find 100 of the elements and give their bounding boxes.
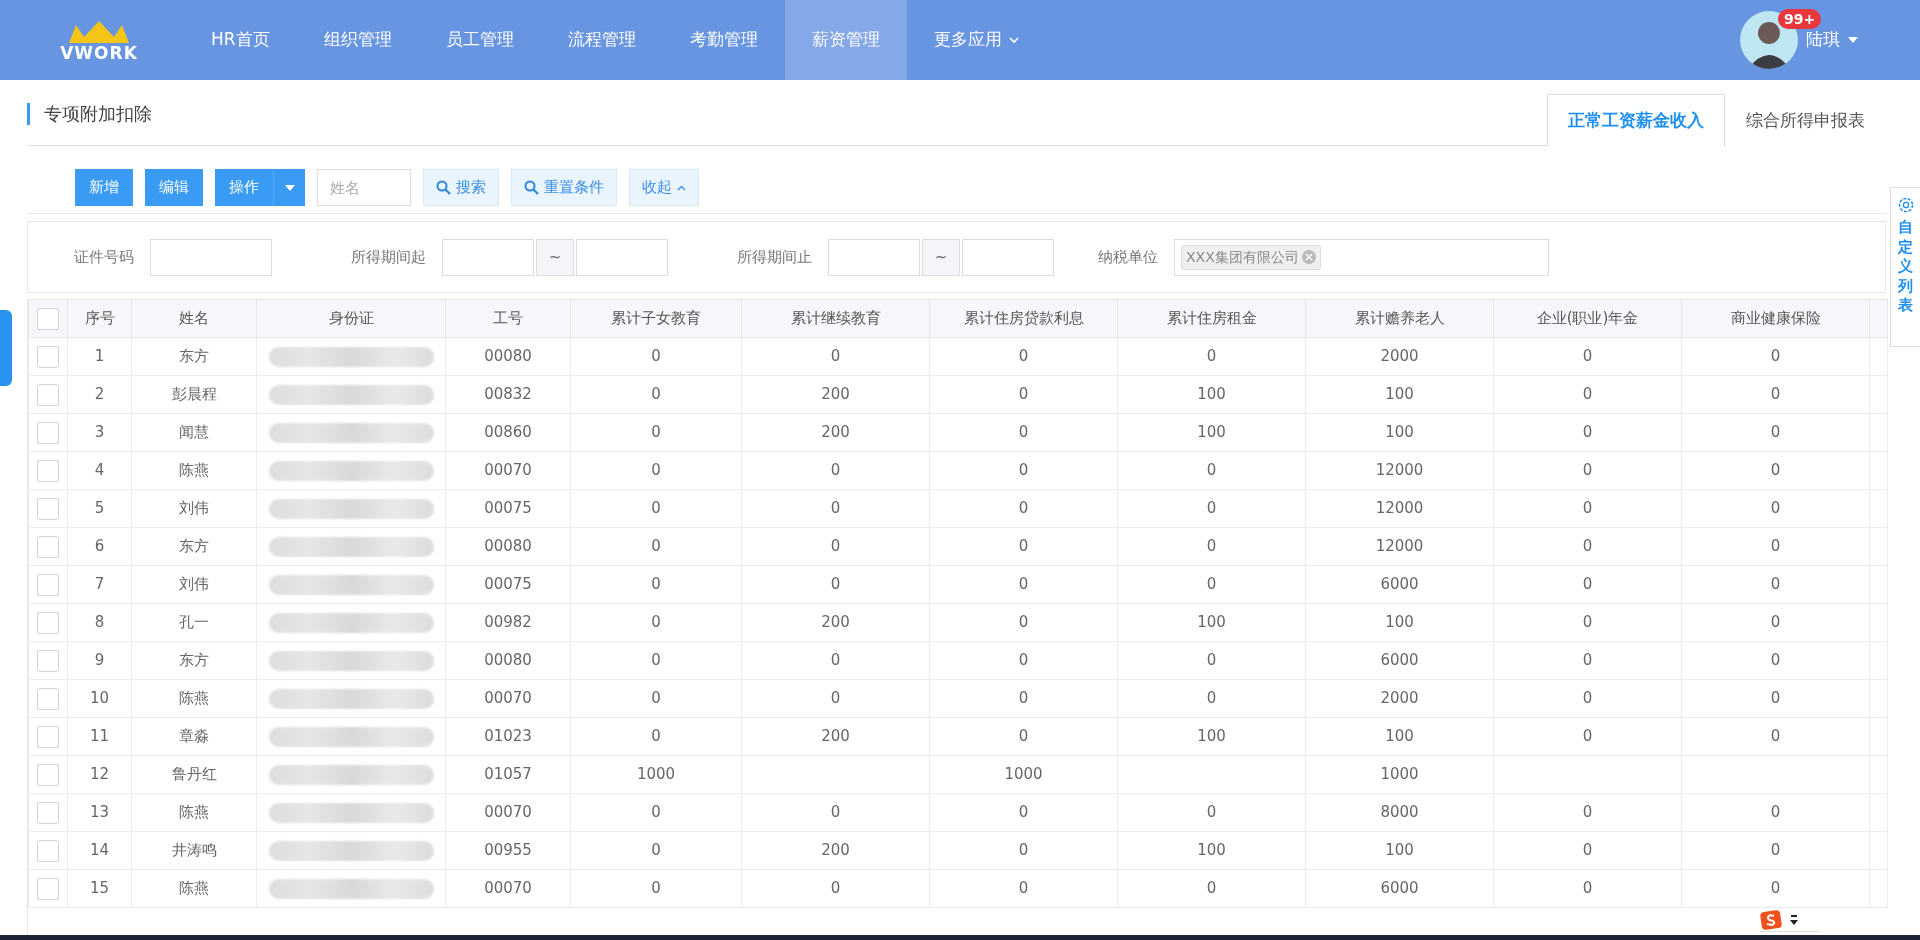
table-cell: 0 — [570, 641, 742, 680]
search-button[interactable]: 重置条件 — [511, 169, 617, 206]
table-cell: 100 — [1305, 831, 1494, 870]
nav-tab[interactable]: 流程管理 — [540, 0, 663, 80]
table-cell: 0 — [741, 337, 930, 376]
table-cell: 0 — [929, 375, 1118, 414]
nav-tab[interactable]: 薪资管理 — [784, 0, 907, 80]
table-cell: 6000 — [1305, 565, 1494, 604]
column-header: 累计住房租金 — [1117, 299, 1306, 338]
table-cell: 0 — [1493, 451, 1682, 490]
table-cell: 00080 — [445, 337, 571, 376]
input-field[interactable] — [442, 238, 534, 276]
table-cell: 8000 — [1305, 793, 1494, 832]
table-cell: 0 — [929, 717, 1118, 756]
search-button[interactable]: 搜索 — [423, 169, 499, 206]
row-checkbox[interactable] — [37, 459, 59, 482]
table-cell: 东方 — [131, 527, 257, 566]
table-cell: 0 — [570, 337, 742, 376]
table-cell: 陈燕 — [131, 679, 257, 718]
table-cell: 2000 — [1305, 337, 1494, 376]
tag-input-field[interactable]: XXX集团有限公司 — [1174, 238, 1549, 276]
table-cell: 1000 — [1305, 755, 1494, 794]
table-cell: 0 — [1493, 679, 1682, 718]
table-cell: 200 — [741, 717, 930, 756]
row-checkbox[interactable] — [37, 763, 59, 786]
table-cell: 0 — [929, 679, 1118, 718]
table-cell: 0 — [929, 831, 1118, 870]
table-cell: 0 — [1493, 831, 1682, 870]
table-cell: 0 — [570, 603, 742, 642]
row-checkbox[interactable] — [37, 877, 59, 900]
row-checkbox[interactable] — [37, 611, 59, 634]
input-field[interactable] — [828, 238, 920, 276]
column-header: 累计子女教育 — [570, 299, 742, 338]
table-cell: 2 — [67, 375, 132, 414]
side-tab-label: 自定义列表 — [1898, 218, 1913, 316]
table-cell: 100 — [1305, 375, 1494, 414]
table-cell: 00982 — [445, 603, 571, 642]
row-checkbox[interactable] — [37, 345, 59, 368]
table-cell: 0 — [1681, 603, 1870, 642]
table-cell: 8 — [67, 603, 132, 642]
notification-count: 99+ — [1778, 9, 1822, 29]
dropdown-icon[interactable] — [1790, 913, 1798, 926]
input-field[interactable] — [962, 238, 1054, 276]
table-cell: 0 — [1117, 793, 1306, 832]
table-cell: 东方 — [131, 641, 257, 680]
side-handle[interactable] — [0, 310, 12, 386]
row-checkbox[interactable] — [37, 839, 59, 862]
table-cell: 6 — [67, 527, 132, 566]
table-cell: 0 — [741, 793, 930, 832]
table-cell: 100 — [1305, 603, 1494, 642]
tag-text: XXX集团有限公司 — [1186, 247, 1299, 267]
caret-icon[interactable] — [1848, 37, 1858, 43]
column-header: 累计住房贷款利息 — [929, 299, 1118, 338]
table-cell: 00080 — [445, 527, 571, 566]
table-cell: 0 — [1493, 337, 1682, 376]
table-cell: 12 — [67, 755, 132, 794]
table-cell: 鲁丹红 — [131, 755, 257, 794]
ime-icon[interactable] — [1760, 909, 1782, 930]
table-cell: 11 — [67, 717, 132, 756]
custom-columns-tab[interactable]: 自定义列表 — [1890, 187, 1920, 347]
table-cell: 6000 — [1305, 869, 1494, 908]
row-checkbox[interactable] — [37, 383, 59, 406]
row-checkbox[interactable] — [37, 725, 59, 748]
range-separator: ~ — [922, 238, 960, 276]
table-cell: 0 — [929, 603, 1118, 642]
action-button[interactable]: 编辑 — [145, 169, 203, 206]
nav-tab[interactable]: 组织管理 — [296, 0, 419, 80]
table-cell: 0 — [570, 413, 742, 452]
table-cell: 0 — [1493, 375, 1682, 414]
nav-tab[interactable]: 考勤管理 — [662, 0, 785, 80]
table-cell: 0 — [929, 565, 1118, 604]
input-field[interactable] — [150, 238, 272, 276]
table-cell: 1000 — [570, 755, 742, 794]
row-checkbox[interactable] — [37, 801, 59, 824]
table-cell: 0 — [1681, 337, 1870, 376]
row-checkbox[interactable] — [37, 497, 59, 520]
name-search-field[interactable]: 姓名 — [317, 169, 411, 206]
table-cell: 12000 — [1305, 489, 1494, 528]
nav-tab[interactable]: 员工管理 — [418, 0, 541, 80]
table-cell: 闻慧 — [131, 413, 257, 452]
input-field[interactable] — [576, 238, 668, 276]
table-cell: 00070 — [445, 451, 571, 490]
row-checkbox[interactable] — [37, 687, 59, 710]
table-cell: 0 — [929, 451, 1118, 490]
row-checkbox[interactable] — [37, 535, 59, 558]
action-button[interactable]: 新增 — [75, 169, 133, 206]
tab[interactable]: 正常工资薪金收入 — [1547, 94, 1725, 146]
row-checkbox[interactable] — [37, 649, 59, 672]
table-cell: 10 — [67, 679, 132, 718]
user-name[interactable]: 陆琪 — [1806, 27, 1840, 53]
table-cell: 井涛鸣 — [131, 831, 257, 870]
row-checkbox[interactable] — [37, 421, 59, 444]
row-checkbox[interactable] — [37, 573, 59, 596]
column-header: 累计赡养老人 — [1305, 299, 1494, 338]
collapse-button[interactable]: 收起 — [629, 169, 699, 206]
select-all-checkbox[interactable] — [37, 307, 59, 330]
table-cell: 0 — [1117, 489, 1306, 528]
nav-tab[interactable]: 更多应用 — [906, 0, 1046, 80]
nav-tab[interactable]: HR首页 — [184, 0, 297, 80]
table-cell: 0 — [1681, 527, 1870, 566]
